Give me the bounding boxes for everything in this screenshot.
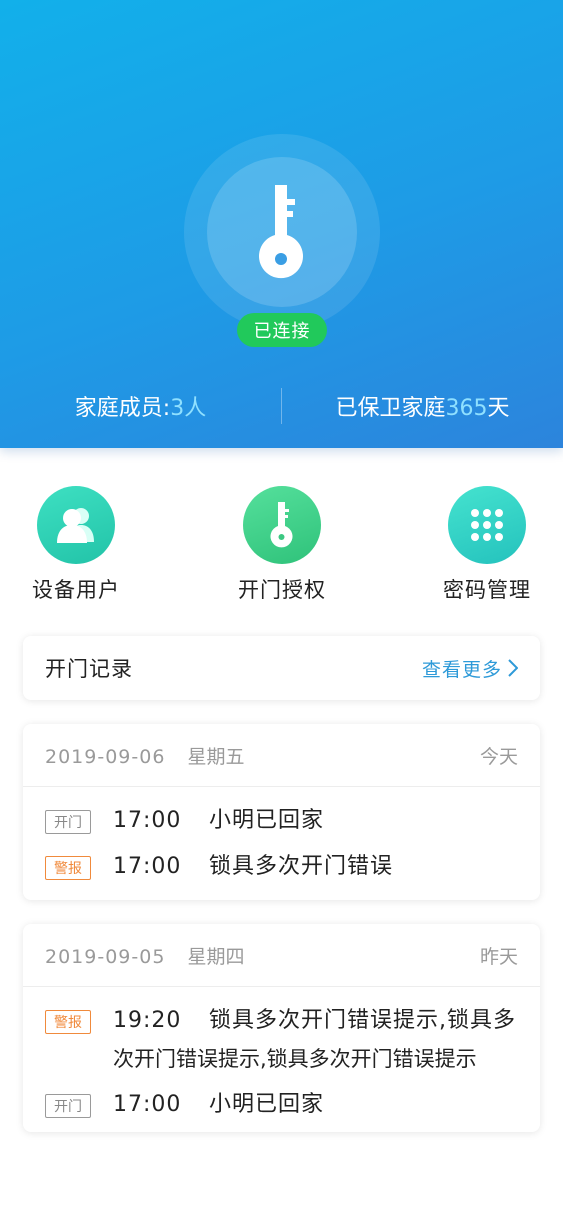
key-icon: [270, 502, 293, 548]
keypad-icon-circle: [448, 486, 526, 564]
guard-days: 365: [445, 396, 488, 421]
day-record-card: 2019-09-06 星期五 今天 开门 17:00 小明已回家 警报 17:0…: [23, 724, 540, 900]
record-date: 2019-09-05: [45, 945, 166, 968]
alarm-tag: 警报: [45, 856, 91, 880]
record-row[interactable]: 开门 17:00 小明已回家: [23, 802, 540, 840]
day-header: 2019-09-05 星期四 昨天: [23, 924, 540, 987]
record-time: 17:00: [113, 808, 182, 833]
record-row[interactable]: 警报 19:20 锁具多次开门错误提示,锁具多 次开门错误提示,锁具多次开门错误…: [23, 1002, 540, 1078]
record-row[interactable]: 警报 17:00 锁具多次开门错误: [23, 848, 540, 886]
device-users-label: 设备用户: [32, 578, 120, 602]
members-label: 家庭成员:: [74, 396, 171, 421]
password-management-button[interactable]: 密码管理: [417, 486, 557, 604]
record-weekday: 星期四: [187, 945, 245, 968]
header-banner: 已连接 家庭成员:3人 已保卫家庭365天: [0, 0, 563, 448]
day-header: 2019-09-06 星期五 今天: [23, 724, 540, 787]
device-users-button[interactable]: 设备用户: [6, 486, 146, 604]
record-time: 17:00: [113, 1092, 182, 1117]
open-tag: 开门: [45, 810, 91, 834]
record-message: 小明已回家: [209, 808, 325, 833]
record-row[interactable]: 开门 17:00 小明已回家: [23, 1086, 540, 1124]
guard-label: 已保卫家庭: [335, 396, 446, 421]
keypad-icon: [471, 509, 503, 541]
record-message-continued: 次开门错误提示,锁具多次开门错误提示: [113, 1047, 477, 1071]
chevron-right-icon: [508, 659, 518, 677]
key-icon: [259, 185, 303, 279]
record-weekday: 星期五: [187, 745, 245, 768]
alarm-tag: 警报: [45, 1010, 91, 1034]
connection-status-badge: 已连接: [237, 313, 327, 347]
guard-unit: 天: [487, 396, 510, 421]
record-line: 19:20 锁具多次开门错误提示,锁具多: [91, 1002, 516, 1040]
users-icon: [57, 508, 94, 543]
members-count: 3人: [170, 396, 207, 421]
record-relative-day: 昨天: [479, 945, 518, 968]
users-icon-circle: [37, 486, 115, 564]
record-date: 2019-09-06: [45, 745, 166, 768]
unlock-authorization-button[interactable]: 开门授权: [212, 486, 352, 604]
lock-button[interactable]: [207, 157, 357, 307]
stats-bar: 家庭成员:3人 已保卫家庭365天: [0, 388, 563, 424]
open-tag: 开门: [45, 1094, 91, 1118]
quick-actions: 设备用户 开门授权 密码管理: [0, 486, 563, 606]
record-time: 17:00: [113, 854, 182, 879]
view-more-label: 查看更多: [421, 658, 502, 681]
record-message: 锁具多次开门错误提示,锁具多: [209, 1008, 516, 1033]
guard-days-stat: 已保卫家庭365天: [282, 390, 563, 422]
record-message: 锁具多次开门错误: [209, 854, 394, 879]
unlock-authorization-label: 开门授权: [238, 578, 326, 602]
record-relative-day: 今天: [479, 745, 518, 768]
lock-status-halo[interactable]: [184, 134, 380, 330]
unlock-records-title: 开门记录: [45, 657, 133, 681]
unlock-records-header: 开门记录 查看更多: [23, 636, 540, 700]
key-icon-circle: [243, 486, 321, 564]
view-more-link[interactable]: 查看更多: [422, 655, 518, 682]
record-message: 小明已回家: [209, 1092, 325, 1117]
family-members-stat: 家庭成员:3人: [0, 390, 281, 422]
day-record-card: 2019-09-05 星期四 昨天 警报 19:20 锁具多次开门错误提示,锁具…: [23, 924, 540, 1132]
record-time: 19:20: [113, 1008, 182, 1033]
password-management-label: 密码管理: [443, 578, 531, 602]
record-body: 19:20 锁具多次开门错误提示,锁具多 次开门错误提示,锁具多次开门错误提示: [91, 1002, 516, 1078]
